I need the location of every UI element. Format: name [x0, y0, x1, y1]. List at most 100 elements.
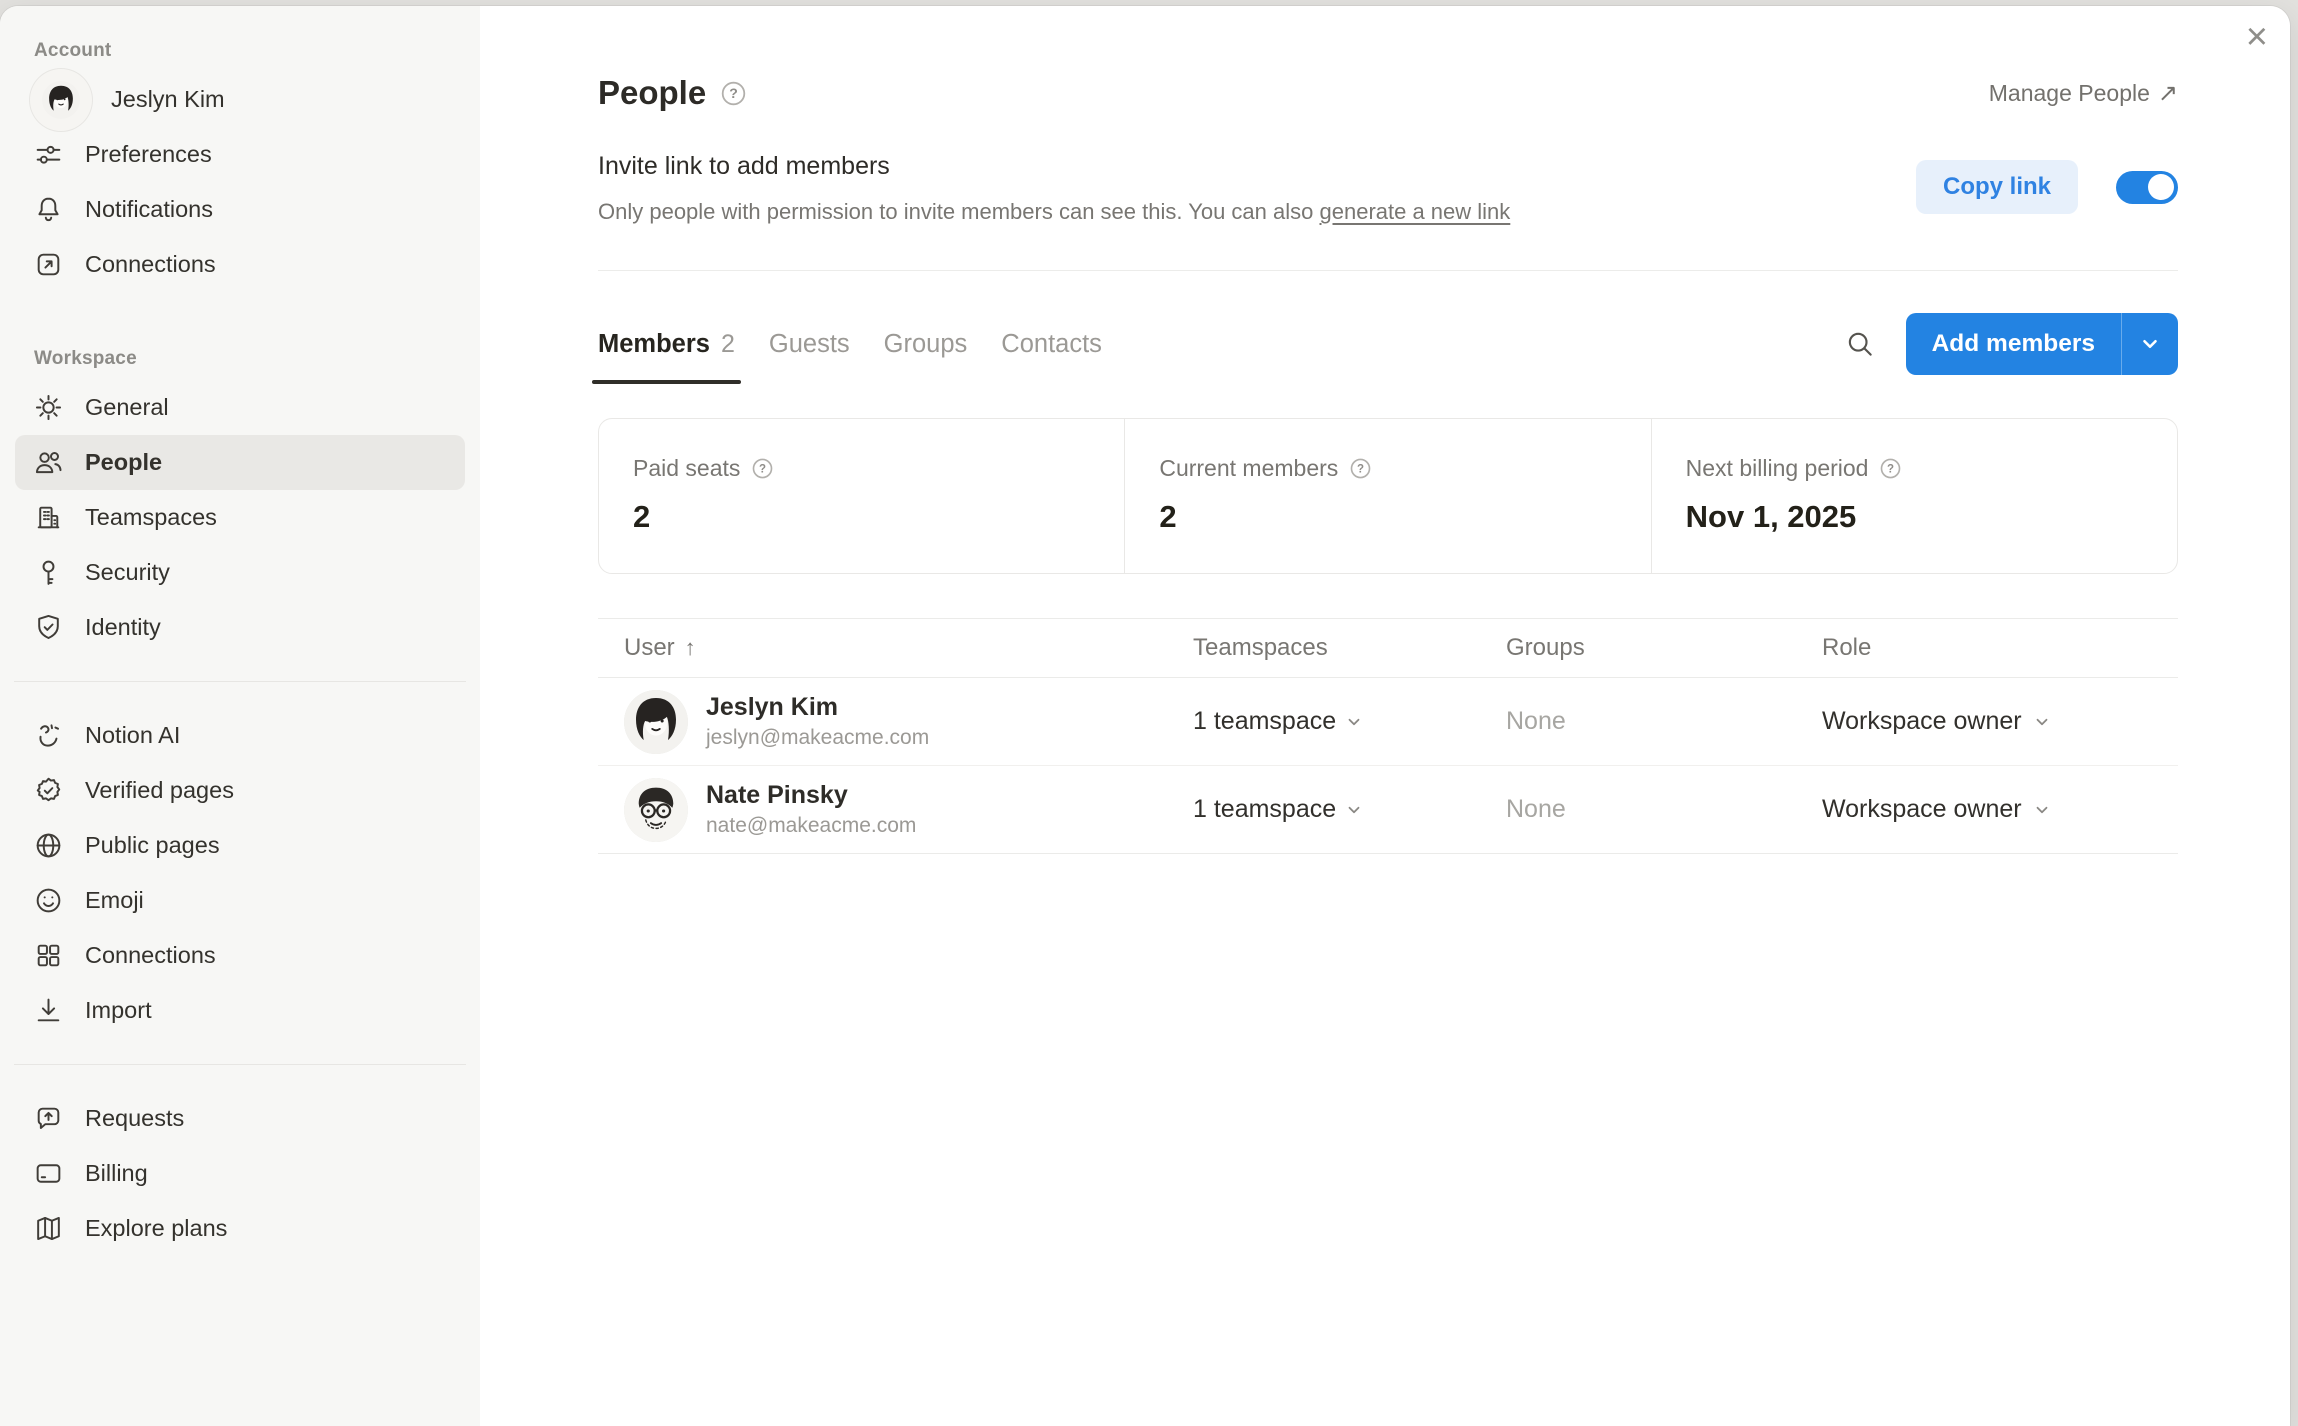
avatar: [624, 690, 688, 754]
sidebar-item-label: Preferences: [85, 141, 212, 168]
svg-text:?: ?: [729, 85, 738, 101]
download-icon: [29, 992, 67, 1030]
chevron-down-icon[interactable]: [2122, 333, 2178, 355]
column-header-user[interactable]: User ↑: [598, 634, 1193, 662]
column-header-teamspaces[interactable]: Teamspaces: [1193, 634, 1506, 662]
sidebar-item-explore-plans[interactable]: Explore plans: [15, 1201, 465, 1256]
invite-description-text: Only people with permission to invite me…: [598, 199, 1320, 224]
sidebar-item-connections-workspace[interactable]: Connections: [15, 928, 465, 983]
grid-icon: [29, 937, 67, 975]
members-count-badge: 2: [721, 330, 735, 359]
column-header-role[interactable]: Role: [1822, 634, 2178, 662]
sidebar-item-requests[interactable]: Requests: [15, 1091, 465, 1146]
member-email: nate@makeacme.com: [706, 813, 916, 838]
sidebar-item-import[interactable]: Import: [15, 983, 465, 1038]
invite-link-title: Invite link to add members: [598, 152, 1510, 181]
chevron-down-icon: [2033, 713, 2051, 731]
stat-current-members: Current members ? 2: [1124, 419, 1650, 573]
sidebar-item-label: Emoji: [85, 887, 144, 914]
sidebar-item-label: Requests: [85, 1105, 184, 1132]
stat-label: Current members: [1159, 455, 1338, 482]
generate-new-link[interactable]: generate a new link: [1320, 199, 1511, 224]
sidebar-item-emoji[interactable]: Emoji: [15, 873, 465, 928]
tab-contacts[interactable]: Contacts: [1001, 304, 1102, 384]
sidebar-item-notion-ai[interactable]: Notion AI: [15, 708, 465, 763]
sidebar-item-security[interactable]: Security: [15, 545, 465, 600]
members-table: User ↑ Teamspaces Groups Role Jeslyn Kim…: [598, 618, 2178, 854]
table-row[interactable]: Jeslyn Kim jeslyn@makeacme.com 1 teamspa…: [598, 678, 2178, 766]
help-icon[interactable]: ?: [720, 80, 747, 107]
key-icon: [29, 554, 67, 592]
arrow-up-right-icon: ↗: [2158, 79, 2178, 108]
sidebar-item-label: Explore plans: [85, 1215, 227, 1242]
sidebar-item-label: Notifications: [85, 196, 213, 223]
tab-label: Contacts: [1001, 330, 1102, 359]
stat-value: 2: [633, 499, 1124, 535]
sidebar-item-account-user[interactable]: Jeslyn Kim: [15, 72, 465, 127]
sidebar-item-label: Public pages: [85, 832, 220, 859]
teamspaces-value: 1 teamspace: [1193, 795, 1336, 824]
sort-ascending-icon: ↑: [685, 635, 696, 661]
sidebar-item-label: Verified pages: [85, 777, 234, 804]
stat-value: 2: [1159, 499, 1650, 535]
manage-people-label: Manage People: [1989, 80, 2150, 107]
tab-guests[interactable]: Guests: [769, 304, 850, 384]
sidebar-section-workspace: Workspace: [34, 348, 480, 370]
table-row[interactable]: Nate Pinsky nate@makeacme.com 1 teamspac…: [598, 766, 2178, 854]
copy-link-button[interactable]: Copy link: [1916, 160, 2078, 214]
section-divider: [598, 270, 2178, 271]
invite-link-section: Invite link to add members Only people w…: [598, 152, 1510, 225]
close-icon[interactable]: ×: [2246, 18, 2268, 56]
people-icon: [29, 444, 67, 482]
sidebar-section-account: Account: [34, 40, 480, 62]
sidebar-item-label: General: [85, 394, 169, 421]
sidebar-item-connections-account[interactable]: Connections: [15, 237, 465, 292]
role-dropdown[interactable]: Workspace owner: [1822, 795, 2178, 824]
sidebar-item-teamspaces[interactable]: Teamspaces: [15, 490, 465, 545]
sidebar-item-identity[interactable]: Identity: [15, 600, 465, 655]
role-dropdown[interactable]: Workspace owner: [1822, 707, 2178, 736]
teamspaces-dropdown[interactable]: 1 teamspace: [1193, 795, 1506, 824]
sidebar-item-label: Security: [85, 559, 170, 586]
add-members-button[interactable]: Add members: [1906, 313, 2178, 375]
help-icon[interactable]: ?: [751, 457, 774, 480]
sidebar-item-notifications[interactable]: Notifications: [15, 182, 465, 237]
help-icon[interactable]: ?: [1879, 457, 1902, 480]
manage-people-link[interactable]: Manage People ↗: [1989, 79, 2178, 108]
map-icon: [29, 1210, 67, 1248]
settings-sidebar: Account Jeslyn Kim Preferences Notificat…: [0, 6, 480, 1426]
teamspaces-value: 1 teamspace: [1193, 707, 1336, 736]
sidebar-item-billing[interactable]: Billing: [15, 1146, 465, 1201]
sidebar-item-label: Import: [85, 997, 152, 1024]
groups-value: None: [1506, 707, 1566, 735]
user-cell: Nate Pinsky nate@makeacme.com: [598, 778, 1193, 842]
tab-groups[interactable]: Groups: [884, 304, 968, 384]
role-value: Workspace owner: [1822, 707, 2022, 736]
page-title-text: People: [598, 74, 706, 112]
sliders-icon: [29, 136, 67, 174]
badge-check-icon: [29, 772, 67, 810]
tab-members[interactable]: Members 2: [598, 304, 735, 384]
teamspaces-dropdown[interactable]: 1 teamspace: [1193, 707, 1506, 736]
sidebar-item-general[interactable]: General: [15, 380, 465, 435]
help-icon[interactable]: ?: [1349, 457, 1372, 480]
sidebar-item-public-pages[interactable]: Public pages: [15, 818, 465, 873]
sidebar-item-preferences[interactable]: Preferences: [15, 127, 465, 182]
search-icon[interactable]: [1844, 328, 1876, 360]
sidebar-item-people[interactable]: People: [15, 435, 465, 490]
page-title: People ?: [598, 74, 747, 112]
smiley-icon: [29, 882, 67, 920]
sidebar-item-label: Identity: [85, 614, 161, 641]
member-name: Nate Pinsky: [706, 780, 916, 810]
sidebar-item-verified-pages[interactable]: Verified pages: [15, 763, 465, 818]
column-header-groups[interactable]: Groups: [1506, 634, 1822, 662]
toggle-knob: [2148, 174, 2174, 200]
sidebar-item-label: Billing: [85, 1160, 148, 1187]
member-email: jeslyn@makeacme.com: [706, 725, 929, 750]
sidebar-item-label: Teamspaces: [85, 504, 217, 531]
stat-next-billing-period: Next billing period ? Nov 1, 2025: [1651, 419, 2177, 573]
globe-icon: [29, 827, 67, 865]
groups-value: None: [1506, 795, 1566, 823]
invite-link-toggle[interactable]: [2116, 171, 2178, 204]
people-settings-panel: × People ? Manage People ↗ Invite link t…: [480, 6, 2290, 1426]
